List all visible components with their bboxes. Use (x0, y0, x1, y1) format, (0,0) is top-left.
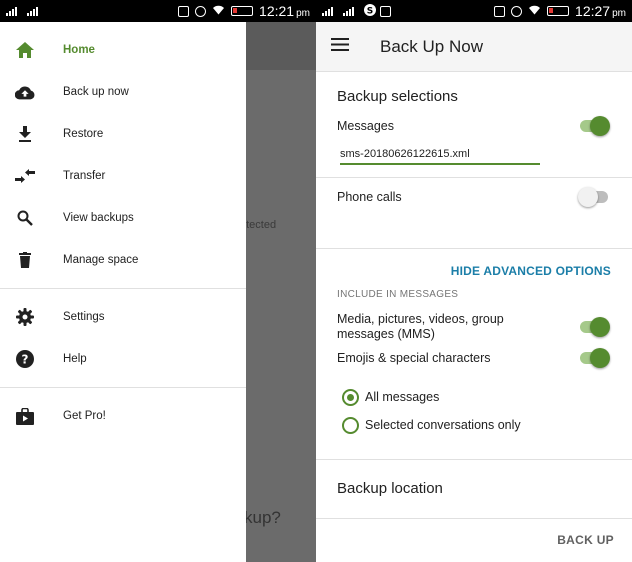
radio-selected-conversations-label: Selected conversations only (365, 418, 521, 432)
back-up-button[interactable]: BACK UP (557, 533, 614, 547)
drawer-item-manage-space[interactable]: Manage space (0, 239, 246, 281)
signal-icon (6, 6, 17, 16)
drawer-item-home[interactable]: Home (0, 29, 246, 71)
vibrate-icon (494, 5, 506, 17)
gear-icon (15, 307, 35, 327)
mms-switch[interactable] (580, 317, 610, 337)
phone-calls-toggle-row[interactable]: Phone calls (316, 178, 632, 216)
backup-options-content[interactable]: Backup selections Messages Phone calls H… (316, 72, 632, 518)
hide-advanced-options-link[interactable]: HIDE ADVANCED OPTIONS (316, 264, 632, 278)
emoji-label: Emojis & special characters (337, 351, 491, 365)
svg-text:?: ? (22, 353, 29, 367)
home-icon (15, 40, 35, 60)
skype-icon: S (364, 3, 376, 19)
drawer-item-label: Get Pro! (63, 410, 106, 422)
battery-icon (547, 6, 570, 16)
alarm-icon (195, 5, 207, 17)
search-icon (15, 208, 35, 228)
status-bar: S 12:27 pm (316, 0, 632, 22)
drawer-item-label: Home (63, 44, 95, 56)
drawer-item-restore[interactable]: Restore (0, 113, 246, 155)
signal-icon (343, 6, 354, 16)
phone-calls-label: Phone calls (337, 190, 402, 204)
vibrate-icon (178, 5, 190, 17)
signal-icon (322, 6, 333, 16)
drawer-divider (0, 387, 246, 388)
radio-button-checked[interactable] (342, 388, 359, 406)
radio-all-messages-label: All messages (365, 390, 440, 404)
alarm-icon (511, 5, 523, 17)
dimmed-text: kup? (244, 508, 281, 527)
navigation-drawer: Home Back up now Restore Transfer View b… (0, 22, 246, 562)
signal-icon (27, 6, 38, 16)
help-icon: ? (15, 349, 35, 369)
emoji-switch[interactable] (580, 348, 610, 368)
page-title: Back Up Now (380, 36, 483, 56)
messages-filename-field[interactable] (340, 148, 540, 165)
battery-icon (231, 6, 254, 16)
drawer-item-transfer[interactable]: Transfer (0, 155, 246, 197)
drawer-item-back-up-now[interactable]: Back up now (0, 71, 246, 113)
drawer-item-view-backups[interactable]: View backups (0, 197, 246, 239)
status-time: 12:27 pm (575, 3, 626, 19)
bottom-action-bar: BACK UP (316, 518, 632, 562)
wifi-icon (212, 4, 225, 18)
section-title-backup-location: Backup location (337, 480, 443, 497)
include-in-messages-label: INCLUDE IN MESSAGES (337, 289, 459, 300)
drawer-item-get-pro[interactable]: Get Pro! (0, 395, 246, 437)
radio-all-messages[interactable]: All messages (316, 383, 632, 411)
transfer-arrows-icon (15, 166, 35, 186)
right-screen: S 12:27 pm Back Up Now Backup selections … (316, 0, 632, 562)
drawer-item-label: Restore (63, 128, 104, 140)
svg-text:S: S (367, 6, 373, 16)
messages-label: Messages (337, 119, 394, 133)
status-bar: 12:21 pm (0, 0, 316, 22)
left-screen: 12:21 pm otected kup? Home Back up now Re… (0, 0, 316, 562)
wifi-icon (528, 4, 541, 18)
drawer-item-help[interactable]: ? Help (0, 338, 246, 380)
hamburger-menu-icon (331, 37, 349, 56)
download-icon (15, 124, 35, 144)
store-bag-icon (15, 406, 35, 426)
messages-toggle-row[interactable]: Messages (316, 112, 632, 140)
cloud-upload-icon (15, 82, 35, 102)
drawer-item-label: View backups (63, 212, 134, 224)
trash-icon (15, 250, 35, 270)
drawer-item-label: Back up now (63, 86, 129, 98)
mms-toggle-row[interactable]: Media, pictures, videos, group messages … (316, 312, 632, 342)
drawer-item-label: Transfer (63, 170, 106, 182)
drawer-item-settings[interactable]: Settings (0, 296, 246, 338)
messages-switch[interactable] (580, 116, 610, 136)
radio-button-unchecked[interactable] (342, 416, 359, 434)
drawer-item-label: Settings (63, 311, 105, 323)
mms-label: Media, pictures, videos, group messages … (337, 312, 504, 341)
phone-calls-switch[interactable] (578, 187, 608, 207)
image-icon (380, 5, 391, 17)
drawer-divider (0, 288, 246, 289)
menu-button[interactable] (316, 22, 364, 72)
drawer-item-label: Help (63, 353, 87, 365)
radio-selected-conversations[interactable]: Selected conversations only (316, 411, 632, 439)
emoji-toggle-row[interactable]: Emojis & special characters (316, 347, 632, 369)
section-title-backup-selections: Backup selections (337, 88, 458, 105)
status-time: 12:21 pm (259, 3, 310, 19)
drawer-item-label: Manage space (63, 254, 139, 266)
app-toolbar: Back Up Now (316, 22, 632, 72)
